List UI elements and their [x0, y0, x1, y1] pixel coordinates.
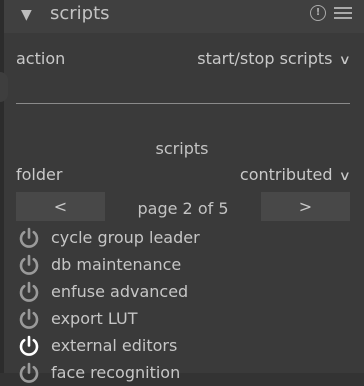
action-label: action: [16, 49, 66, 68]
power-toggle-icon[interactable]: [18, 254, 40, 276]
chevron-down-icon: ∨: [339, 53, 352, 68]
action-underline: [16, 103, 350, 104]
script-label: cycle group leader: [51, 228, 200, 247]
power-toggle-icon[interactable]: [18, 308, 40, 330]
module-title: scripts: [50, 3, 110, 24]
next-page-button[interactable]: >: [261, 192, 350, 221]
script-label: export LUT: [51, 309, 138, 328]
folder-combobox[interactable]: folder contributed ∨: [16, 165, 352, 189]
module-header[interactable]: ▼ scripts !: [4, 0, 364, 33]
power-toggle-icon[interactable]: [18, 362, 40, 384]
script-label: db maintenance: [51, 255, 182, 274]
power-toggle-icon[interactable]: [18, 335, 40, 357]
action-value[interactable]: start/stop scripts ∨: [197, 49, 352, 68]
folder-value[interactable]: contributed ∨: [240, 165, 352, 184]
folder-label: folder: [16, 165, 63, 184]
power-toggle-icon[interactable]: [18, 281, 40, 303]
section-title: scripts: [155, 139, 209, 158]
script-label: enfuse advanced: [51, 282, 189, 301]
expand-triangle-icon[interactable]: ▼: [21, 7, 32, 23]
page-indicator: page 2 of 5: [137, 199, 229, 218]
script-label: external editors: [51, 336, 178, 355]
chevron-down-icon: ∨: [339, 169, 352, 184]
hamburger-menu-icon[interactable]: [334, 4, 352, 22]
prev-page-button[interactable]: <: [16, 192, 105, 221]
power-toggle-icon[interactable]: [18, 227, 40, 249]
panel-collapse-handle[interactable]: [0, 72, 8, 102]
info-icon[interactable]: !: [310, 5, 326, 21]
action-combobox[interactable]: action start/stop scripts ∨: [16, 49, 352, 73]
